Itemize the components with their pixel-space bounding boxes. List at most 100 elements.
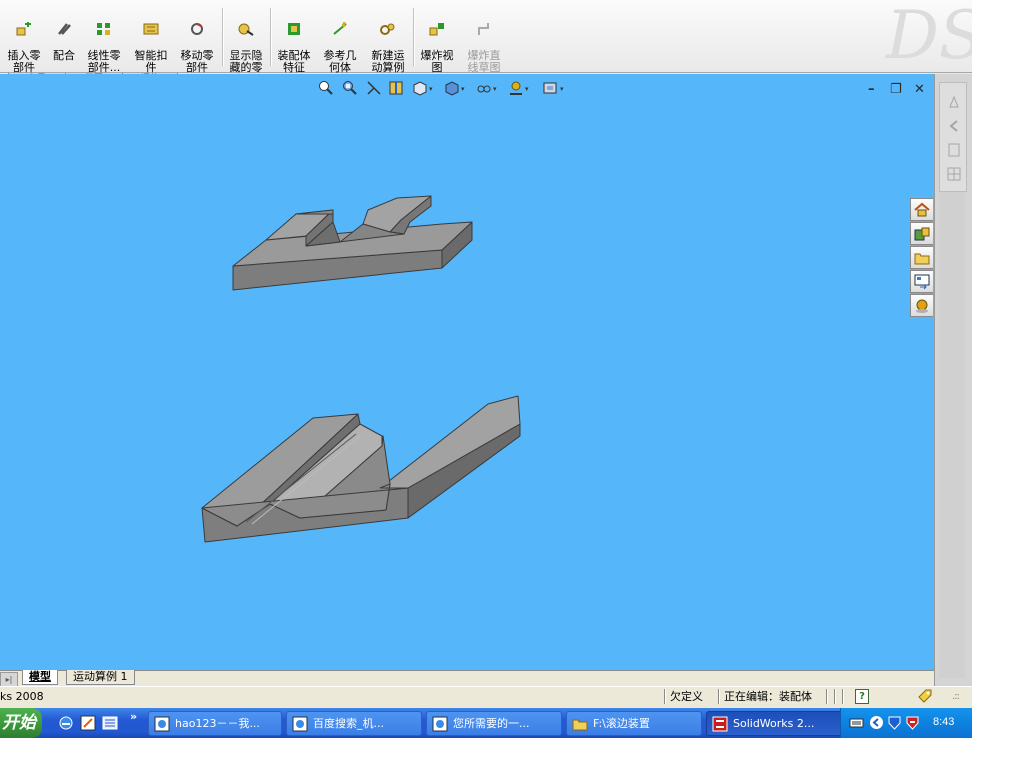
reference-geometry-label: 参考几 何体 (323, 49, 357, 74)
tab-view-palette[interactable] (910, 270, 933, 293)
folder-icon (572, 719, 588, 731)
start-button[interactable]: 开始 (0, 708, 42, 738)
reference-geometry-icon (333, 22, 347, 35)
system-tray: 8:43 (840, 708, 972, 738)
previous-view-icon[interactable] (366, 80, 382, 96)
resize-grip[interactable]: .:: (952, 691, 960, 702)
ie-icon[interactable] (58, 715, 74, 731)
ie-icon (432, 716, 448, 732)
status-separator (842, 689, 844, 704)
model-tabs: ▸| 模型 运动算例 1 (0, 670, 934, 687)
smart-fasteners-icon (143, 23, 159, 35)
quick-launch-more-icon[interactable]: » (130, 710, 137, 723)
tab-appearances[interactable] (910, 294, 933, 317)
taskbar-button-hao123[interactable]: hao123－－我... (148, 711, 282, 736)
exploded-view-label: 爆炸视 图 (420, 49, 454, 74)
show-hidden-icon (238, 23, 254, 36)
taskbar-button-page[interactable]: 您所需要的一... (426, 711, 562, 736)
task-pane-toolbar (939, 82, 967, 192)
toolbar-separator (270, 8, 272, 66)
security-shield-icon[interactable] (887, 715, 902, 730)
mate-icon (58, 23, 71, 35)
taskbar-button-label: hao123－－我... (175, 717, 260, 730)
appearances-icon (916, 299, 928, 313)
tab-solidworks-resources[interactable] (910, 198, 933, 221)
assembly-features-label: 装配体 特征 (277, 49, 311, 74)
taskbar-button-label: 您所需要的一... (453, 717, 530, 730)
tab-file-explorer[interactable] (910, 246, 933, 269)
rail-part-upper[interactable] (232, 195, 473, 291)
status-separator (718, 689, 720, 704)
tag-icon[interactable] (917, 688, 933, 704)
command-manager: 插入零 部件 ▾ 配合 线性零 部件... ▾ 智能扣 件 移动零 部件 ▾ 显… (0, 0, 972, 94)
exploded-view-icon (429, 23, 444, 36)
antivirus-icon[interactable] (905, 715, 920, 730)
minimize-button[interactable]: – (868, 82, 875, 97)
chevron-down-icon[interactable]: ▾ (461, 85, 465, 93)
tab-motion-study-1[interactable]: 运动算例 1 (66, 670, 135, 685)
tray-expand-icon[interactable] (869, 715, 884, 730)
task-pane-scroll[interactable] (939, 192, 965, 678)
view-palette-icon (914, 274, 930, 290)
insert-component-label: 插入零 部件 (7, 49, 41, 74)
smart-fasteners-label: 智能扣 件 (134, 49, 168, 74)
keyboard-icon[interactable] (849, 715, 864, 730)
taskbar-button-folder[interactable]: F:\滚边装置 (566, 711, 702, 736)
clock: 8:43 (933, 716, 955, 728)
graphics-area[interactable]: ▾ ▾ ▾ ▾ ▾ – ❐ ✕ (0, 74, 934, 670)
media-player-icon[interactable] (80, 715, 96, 731)
close-button[interactable]: ✕ (914, 82, 925, 97)
status-separator (826, 689, 828, 704)
chevron-down-icon[interactable]: ▾ (429, 85, 433, 93)
rail-part-lower[interactable] (201, 395, 521, 543)
home-icon (914, 202, 930, 217)
new-motion-study-label: 新建运 动算例 (371, 49, 405, 74)
status-separator (834, 689, 836, 704)
mate-button[interactable]: 配合 (50, 10, 78, 74)
ds-logo: DS (886, 0, 972, 74)
model-view[interactable] (0, 74, 934, 670)
hide-show-items-icon[interactable] (476, 80, 492, 96)
status-app-text: ks 2008 (0, 690, 44, 703)
display-style-icon[interactable] (444, 80, 460, 96)
show-desktop-icon[interactable] (102, 715, 118, 731)
back-icon[interactable] (947, 119, 961, 133)
insert-component-icon (16, 22, 31, 36)
pin-icon[interactable] (947, 95, 961, 109)
move-component-label: 移动零 部件 (180, 49, 214, 74)
explode-line-sketch-icon (478, 23, 489, 35)
tab-model[interactable]: 模型 (22, 670, 58, 685)
restore-button[interactable]: ❐ (890, 82, 902, 97)
edit-appearance-icon[interactable] (508, 80, 524, 96)
zoom-to-area-icon[interactable] (342, 80, 358, 96)
help-icon[interactable]: ? (855, 689, 869, 704)
quick-launch: » (54, 710, 144, 733)
windows-taskbar: 开始 » hao123－－我... 百度搜索_机... 您所需要的一... F:… (0, 708, 972, 738)
status-separator (664, 689, 666, 704)
taskbar-button-label: 百度搜索_机... (313, 717, 384, 730)
grid-icon[interactable] (947, 167, 961, 181)
taskbar-button-label: SolidWorks 2... (733, 717, 815, 730)
view-orientation-icon[interactable] (412, 80, 428, 96)
taskbar-button-baidu[interactable]: 百度搜索_机... (286, 711, 422, 736)
apply-scene-icon[interactable] (542, 80, 558, 96)
zoom-to-fit-icon[interactable] (318, 80, 334, 96)
design-library-icon (914, 227, 930, 241)
move-component-icon (191, 23, 203, 35)
document-icon[interactable] (947, 143, 961, 157)
chevron-down-icon[interactable]: ▾ (560, 85, 564, 93)
taskbar-button-solidworks[interactable]: SolidWorks 2... (706, 711, 842, 736)
tab-scroll-left-button[interactable]: ▸| (0, 672, 18, 687)
section-view-icon[interactable] (388, 80, 404, 96)
explode-line-sketch-label: 爆炸直 线草图 (467, 49, 501, 74)
toolbar-separator (413, 8, 415, 66)
linear-pattern-icon (97, 23, 110, 35)
screen: 插入零 部件 ▾ 配合 线性零 部件... ▾ 智能扣 件 移动零 部件 ▾ 显… (0, 0, 972, 738)
chevron-down-icon[interactable]: ▾ (493, 85, 497, 93)
chevron-down-icon[interactable]: ▾ (525, 85, 529, 93)
task-pane-collapsed (934, 74, 972, 686)
ie-icon (154, 716, 170, 732)
status-editing: 正在编辑：装配体 (724, 690, 812, 703)
tab-design-library[interactable] (910, 222, 933, 245)
ie-icon (292, 716, 308, 732)
